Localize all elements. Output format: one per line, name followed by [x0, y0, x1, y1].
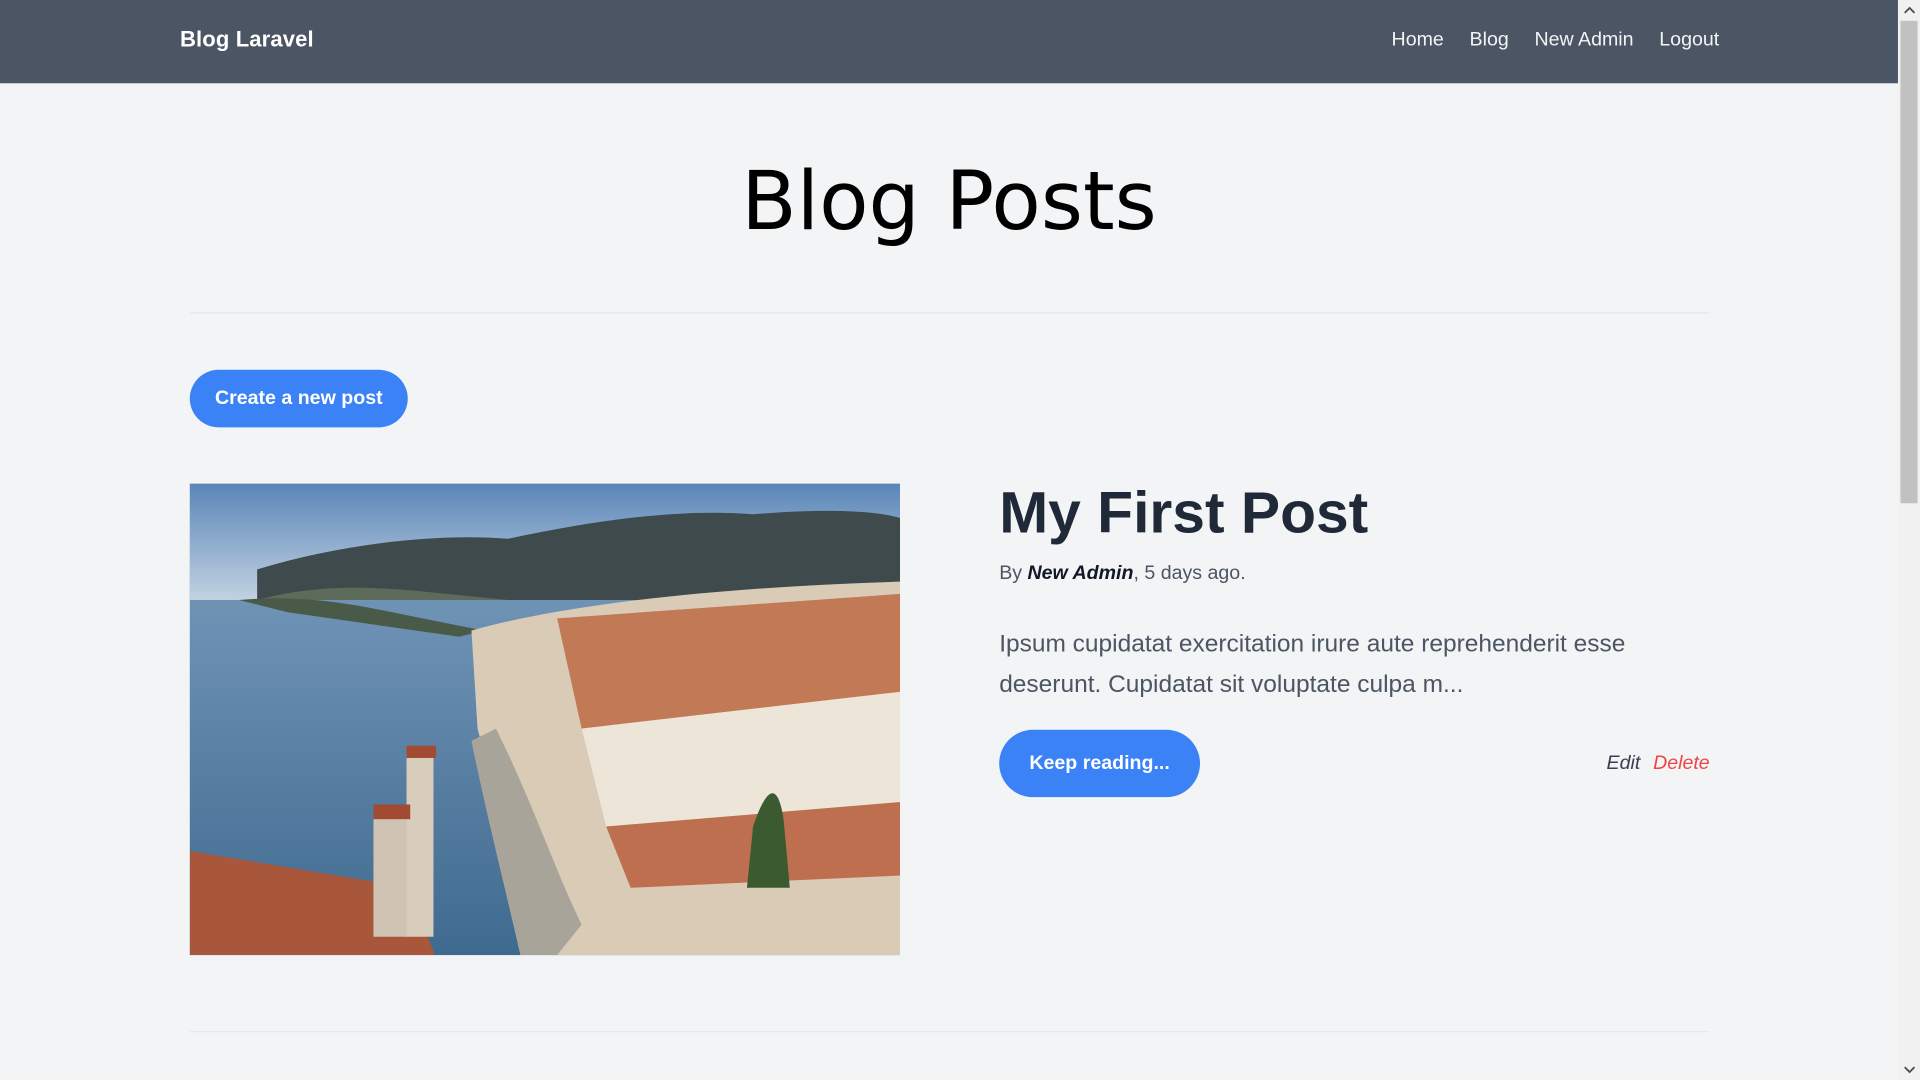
post-title[interactable]: My First Post — [999, 480, 1368, 547]
page-title: Blog Posts — [741, 154, 1157, 249]
nav-link-blog[interactable]: Blog — [1470, 29, 1509, 51]
post-author[interactable]: New Admin — [1028, 563, 1134, 584]
nav-link-user[interactable]: New Admin — [1534, 29, 1633, 51]
nav-link-logout[interactable]: Logout — [1659, 29, 1719, 51]
scrollbar[interactable] — [1897, 0, 1920, 1080]
divider-bottom — [189, 1031, 1710, 1033]
nav-links: Home Blog New Admin Logout — [1392, 29, 1720, 51]
divider — [189, 312, 1710, 314]
meta-prefix: By — [999, 563, 1028, 585]
edit-link[interactable]: Edit — [1607, 753, 1641, 775]
meta-suffix: , 5 days ago. — [1133, 563, 1246, 585]
post-image[interactable] — [189, 483, 901, 956]
coastal-town-image — [189, 483, 901, 956]
brand-link[interactable]: Blog Laravel — [180, 27, 314, 53]
scrollbar-thumb[interactable] — [1900, 20, 1918, 504]
navbar: Blog Laravel Home Blog New Admin Logout — [0, 0, 1898, 84]
keep-reading-button[interactable]: Keep reading... — [999, 729, 1201, 798]
chevron-down-icon[interactable] — [1898, 1060, 1920, 1080]
post-meta: By New Admin, 5 days ago. — [999, 563, 1245, 585]
create-post-button[interactable]: Create a new post — [189, 369, 408, 428]
nav-link-home[interactable]: Home — [1392, 29, 1444, 51]
page: Blog Laravel Home Blog New Admin Logout … — [0, 0, 1920, 1080]
delete-link[interactable]: Delete — [1653, 753, 1710, 775]
post-excerpt: Ipsum cupidatat exercitation irure aute … — [999, 630, 1626, 698]
chevron-up-icon[interactable] — [1898, 0, 1920, 20]
